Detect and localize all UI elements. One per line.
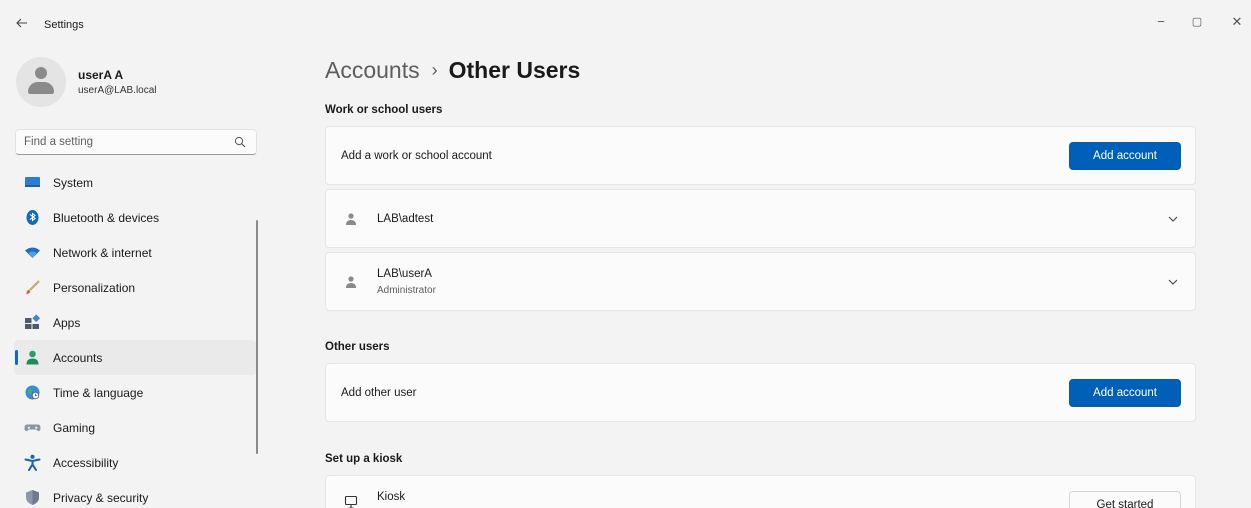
monitor-icon bbox=[25, 177, 40, 187]
kiosk-card: Kiosk Get started bbox=[325, 475, 1196, 508]
sidebar-item-system[interactable]: System bbox=[14, 165, 256, 200]
add-other-user-label: Add other user bbox=[341, 387, 417, 399]
search-input[interactable] bbox=[24, 134, 224, 150]
sidebar-item-label: Apps bbox=[53, 316, 81, 330]
minimize-button[interactable]: − bbox=[1146, 12, 1176, 32]
add-work-account-button[interactable]: Add account bbox=[1069, 142, 1181, 170]
sidebar-item-personalization[interactable]: Personalization bbox=[14, 270, 256, 305]
back-button[interactable] bbox=[12, 16, 32, 36]
sidebar-item-apps[interactable]: Apps bbox=[14, 305, 256, 340]
avatar bbox=[16, 57, 66, 107]
restore-button[interactable]: ▢ bbox=[1182, 12, 1212, 32]
section-title-kiosk: Set up a kiosk bbox=[325, 453, 403, 465]
breadcrumb-parent[interactable]: Accounts bbox=[325, 57, 420, 83]
accessibility-icon bbox=[24, 454, 41, 471]
title-bar: Settings − ▢ ✕ bbox=[0, 0, 1251, 44]
sidebar-item-bluetooth[interactable]: Bluetooth & devices bbox=[14, 200, 256, 235]
user-profile[interactable]: userA A userA@LAB.local bbox=[16, 57, 256, 109]
window-title: Settings bbox=[44, 19, 84, 31]
apps-icon bbox=[25, 314, 41, 329]
sidebar-item-label: Network & internet bbox=[53, 246, 152, 260]
settings-window: Settings − ▢ ✕ userA A userA@LAB.local S… bbox=[0, 0, 1251, 508]
sidebar-item-time-language[interactable]: Time & language bbox=[14, 375, 256, 410]
sidebar-item-gaming[interactable]: Gaming bbox=[14, 410, 256, 445]
back-arrow-icon bbox=[16, 18, 27, 28]
user-name: LAB\userA bbox=[377, 268, 432, 280]
user-icon bbox=[346, 213, 356, 225]
search-box[interactable] bbox=[15, 129, 257, 155]
user-icon bbox=[346, 276, 356, 288]
globe-clock-icon bbox=[25, 385, 40, 400]
brush-icon bbox=[26, 280, 40, 295]
add-work-account-card: Add a work or school account Add account bbox=[325, 126, 1196, 185]
kiosk-label: Kiosk bbox=[377, 491, 406, 503]
sidebar-item-label: Accounts bbox=[53, 351, 103, 365]
wifi-icon bbox=[25, 247, 40, 258]
person-icon bbox=[26, 350, 39, 365]
breadcrumb-separator: › bbox=[431, 60, 438, 80]
chevron-down-icon[interactable] bbox=[1167, 213, 1179, 225]
sidebar-item-label: Time & language bbox=[53, 386, 144, 400]
sidebar-item-label: Accessibility bbox=[53, 456, 119, 470]
active-indicator bbox=[15, 350, 18, 365]
get-started-button[interactable]: Get started bbox=[1069, 491, 1181, 508]
add-other-user-card: Add other user Add account bbox=[325, 363, 1196, 422]
user-role: Administrator bbox=[377, 285, 436, 296]
user-name: LAB\adtest bbox=[377, 213, 434, 225]
profile-name: userA A bbox=[78, 68, 124, 82]
sidebar-item-label: System bbox=[53, 176, 94, 190]
search-icon[interactable] bbox=[234, 136, 246, 148]
sidebar-item-label: Bluetooth & devices bbox=[53, 211, 160, 225]
add-work-account-label: Add a work or school account bbox=[341, 150, 492, 162]
profile-email: userA@LAB.local bbox=[78, 85, 157, 96]
sidebar-item-label: Gaming bbox=[53, 421, 96, 435]
section-title-other-users: Other users bbox=[325, 341, 390, 353]
bluetooth-icon bbox=[26, 210, 39, 225]
sidebar-item-accessibility[interactable]: Accessibility bbox=[14, 445, 256, 480]
sidebar-scrollbar[interactable] bbox=[256, 220, 258, 454]
section-title-work-school: Work or school users bbox=[325, 104, 443, 116]
add-other-user-button[interactable]: Add account bbox=[1069, 379, 1181, 407]
shield-icon bbox=[26, 490, 39, 505]
kiosk-icon bbox=[344, 495, 358, 508]
sidebar-nav: System Bluetooth & devices Network & int… bbox=[14, 165, 256, 508]
sidebar-item-label: Privacy & security bbox=[53, 491, 149, 505]
sidebar-item-label: Personalization bbox=[53, 281, 136, 295]
gamepad-icon bbox=[24, 424, 41, 432]
page-title: Other Users bbox=[448, 57, 581, 83]
sidebar-item-privacy[interactable]: Privacy & security bbox=[14, 480, 256, 508]
close-button[interactable]: ✕ bbox=[1222, 12, 1251, 32]
user-card-adtest[interactable]: LAB\adtest bbox=[325, 189, 1196, 248]
user-card-usera[interactable]: LAB\userA Administrator bbox=[325, 252, 1196, 311]
breadcrumb: Accounts › Other Users bbox=[325, 57, 580, 87]
chevron-down-icon[interactable] bbox=[1167, 276, 1179, 288]
sidebar-item-network[interactable]: Network & internet bbox=[14, 235, 256, 270]
sidebar-item-accounts[interactable]: Accounts bbox=[14, 340, 256, 375]
